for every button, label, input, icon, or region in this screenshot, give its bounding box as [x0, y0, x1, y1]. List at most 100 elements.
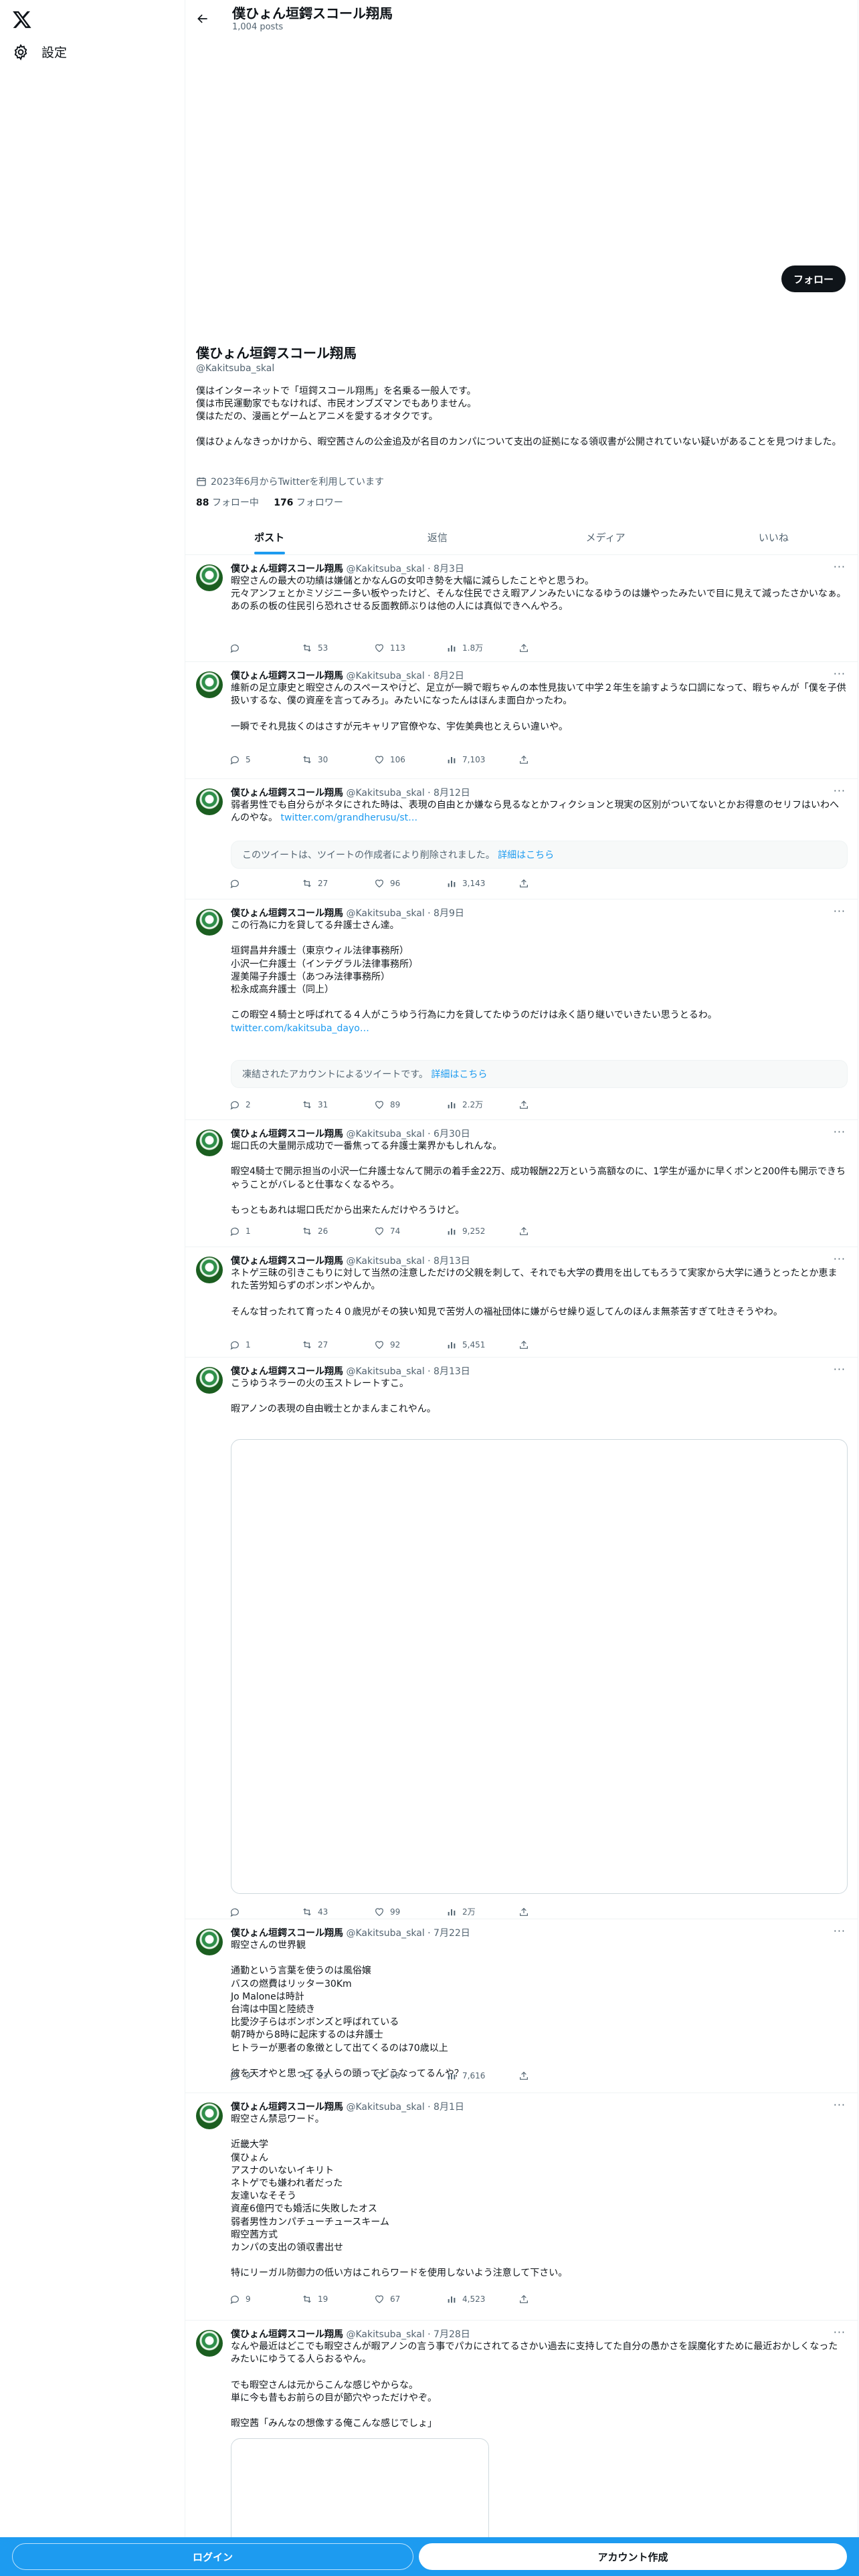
retweet-button[interactable]: 27: [302, 878, 374, 889]
like-button[interactable]: 99: [374, 1906, 446, 1917]
avatar[interactable]: [196, 1257, 223, 1283]
reply-icon: [230, 2295, 239, 2304]
reply-button[interactable]: 9: [229, 2294, 302, 2304]
tweet[interactable]: 僕ひょん垣鍔スコール翔馬 @Kakitsuba_skal · 8月3日 ··· …: [185, 555, 858, 662]
share-icon: [520, 2294, 528, 2303]
tweet-text: 暇空さんの世界観 通勤という言葉を使うのは風俗嬢 バスの燃費はリッター30Km …: [231, 1940, 464, 2080]
tab-media[interactable]: メディア: [522, 520, 690, 554]
retweet-button[interactable]: 26: [302, 1226, 374, 1237]
views-button[interactable]: 7,103: [446, 754, 518, 765]
avatar[interactable]: [196, 1367, 223, 1394]
follow-button[interactable]: フォロー: [781, 265, 846, 292]
heart-icon: [375, 879, 383, 888]
reply-icon: [230, 1341, 239, 1350]
more-icon[interactable]: ···: [834, 1363, 846, 1376]
reply-button[interactable]: 1: [229, 1339, 302, 1350]
more-icon[interactable]: ···: [834, 1125, 846, 1138]
like-button[interactable]: 68: [374, 2070, 446, 2081]
tweet-link[interactable]: twitter.com/kakitsuba_dayo…: [231, 1023, 369, 1034]
following-link[interactable]: 88 フォロー中: [196, 498, 259, 508]
tweet[interactable]: 僕ひょん垣鍔スコール翔馬 @Kakitsuba_skal · 8月2日 ··· …: [185, 662, 858, 779]
retweet-button[interactable]: 53: [302, 642, 374, 653]
views-button[interactable]: 3,143: [446, 878, 518, 889]
more-icon[interactable]: ···: [834, 560, 846, 573]
retweet-button[interactable]: 43: [302, 1906, 374, 1917]
login-button[interactable]: ログイン: [12, 2543, 413, 2570]
like-button[interactable]: 74: [374, 1226, 446, 1237]
tab-replies[interactable]: 返信: [353, 520, 521, 554]
like-button[interactable]: 96: [374, 878, 446, 889]
avatar[interactable]: [196, 1130, 223, 1156]
share-button[interactable]: [518, 1339, 591, 1350]
reply-button[interactable]: [229, 878, 302, 889]
avatar[interactable]: [196, 909, 223, 936]
tweet-header: 僕ひょん垣鍔スコール翔馬 @Kakitsuba_skal · 8月13日: [231, 1366, 470, 1377]
reply-button[interactable]: [229, 1906, 302, 1917]
signup-button[interactable]: アカウント作成: [419, 2543, 847, 2570]
tweet-link[interactable]: twitter.com/grandherusu/st…: [280, 813, 417, 823]
tweet[interactable]: 僕ひょん垣鍔スコール翔馬 @Kakitsuba_skal · 8月1日 ··· …: [185, 2093, 858, 2321]
share-button[interactable]: [518, 642, 591, 653]
details-link[interactable]: 詳細はこちら: [498, 848, 554, 861]
retweet-button[interactable]: 27: [302, 1339, 374, 1350]
settings-nav-item[interactable]: 設定: [12, 43, 67, 61]
like-button[interactable]: 113: [374, 642, 446, 653]
views-button[interactable]: 5,451: [446, 1339, 518, 1350]
retweet-button[interactable]: 30: [302, 754, 374, 765]
views-button[interactable]: 1.8万: [446, 642, 518, 653]
like-button[interactable]: 89: [374, 1099, 446, 1110]
views-button[interactable]: 2万: [446, 1906, 518, 1917]
more-icon[interactable]: ···: [834, 667, 846, 680]
share-button[interactable]: [518, 1906, 591, 1917]
share-button[interactable]: [518, 878, 591, 889]
details-link[interactable]: 詳細はこちら: [431, 1067, 487, 1081]
like-button[interactable]: 67: [374, 2294, 446, 2304]
avatar[interactable]: [196, 1929, 223, 1955]
views-button[interactable]: 7,616: [446, 2070, 518, 2081]
followers-link[interactable]: 176 フォロワー: [274, 498, 343, 508]
tweet[interactable]: 僕ひょん垣鍔スコール翔馬 @Kakitsuba_skal · 7月22日 ···…: [185, 1919, 858, 2093]
tab-posts[interactable]: ポスト: [185, 520, 353, 554]
tweet[interactable]: 僕ひょん垣鍔スコール翔馬 @Kakitsuba_skal · 8月13日 ···…: [185, 1247, 858, 1358]
tweet[interactable]: 僕ひょん垣鍔スコール翔馬 @Kakitsuba_skal · 8月12日 ···…: [185, 779, 858, 899]
retweet-icon: [303, 2295, 311, 2303]
more-icon[interactable]: ···: [834, 2326, 846, 2339]
share-button[interactable]: [518, 1099, 591, 1110]
reply-button[interactable]: [229, 642, 302, 653]
retweet-button[interactable]: 23: [302, 2070, 374, 2081]
back-button[interactable]: [192, 8, 213, 29]
more-icon[interactable]: ···: [834, 1253, 846, 1265]
tweet[interactable]: 僕ひょん垣鍔スコール翔馬 @Kakitsuba_skal · 8月9日 ··· …: [185, 899, 858, 1120]
avatar[interactable]: [196, 564, 223, 591]
more-icon[interactable]: ···: [834, 784, 846, 797]
avatar[interactable]: [196, 788, 223, 815]
tab-likes[interactable]: いいね: [690, 520, 858, 554]
avatar[interactable]: [196, 2330, 223, 2357]
share-button[interactable]: [518, 2070, 591, 2081]
views-button[interactable]: 4,523: [446, 2294, 518, 2304]
retweet-button[interactable]: 19: [302, 2294, 374, 2304]
tweet-media[interactable]: [231, 1439, 848, 1894]
like-button[interactable]: 106: [374, 754, 446, 765]
more-icon[interactable]: ···: [834, 1925, 846, 1937]
more-icon[interactable]: ···: [834, 905, 846, 918]
retweet-button[interactable]: 31: [302, 1099, 374, 1110]
tweet[interactable]: 僕ひょん垣鍔スコール翔馬 @Kakitsuba_skal · 8月13日 ···…: [185, 1358, 858, 1919]
reply-button[interactable]: 2: [229, 1099, 302, 1110]
reply-button[interactable]: 5: [229, 754, 302, 765]
more-icon[interactable]: ···: [834, 2099, 846, 2111]
reply-button[interactable]: 3: [229, 2070, 302, 2081]
views-button[interactable]: 9,252: [446, 1226, 518, 1237]
x-logo-icon[interactable]: [12, 9, 32, 29]
avatar[interactable]: [196, 2103, 223, 2129]
like-button[interactable]: 92: [374, 1339, 446, 1350]
share-button[interactable]: [518, 1226, 591, 1237]
reply-button[interactable]: 1: [229, 1226, 302, 1237]
reply-icon: [230, 756, 239, 765]
avatar[interactable]: [196, 671, 223, 698]
views-button[interactable]: 2.2万: [446, 1099, 518, 1110]
share-button[interactable]: [518, 754, 591, 765]
tweet[interactable]: 僕ひょん垣鍔スコール翔馬 @Kakitsuba_skal · 6月30日 ···…: [185, 1120, 858, 1247]
share-icon: [520, 755, 528, 764]
share-button[interactable]: [518, 2294, 591, 2304]
